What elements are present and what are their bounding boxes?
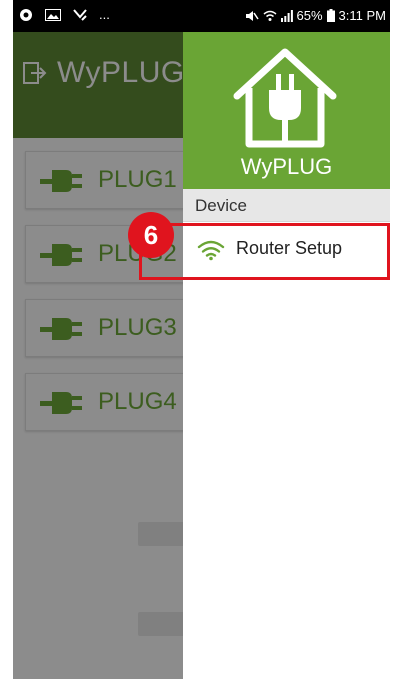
image-icon xyxy=(45,8,61,21)
drawer-brand: WyPLUG xyxy=(240,154,333,179)
signal-icon xyxy=(280,9,293,22)
app-notification-icon xyxy=(20,8,32,21)
mute-icon xyxy=(245,10,259,21)
status-bar: ... 65% 3:11 PM xyxy=(13,0,390,32)
battery-percent: 65% xyxy=(296,8,323,23)
status-ellipsis: ... xyxy=(99,7,110,22)
drawer-header: WyPLUG xyxy=(183,32,390,189)
wyplug-logo-icon xyxy=(233,48,337,148)
section-header-device: Device xyxy=(183,189,390,222)
annotation-highlight-box xyxy=(139,223,390,280)
section-label: Device xyxy=(195,196,247,215)
status-left-icons: ... xyxy=(19,7,110,22)
status-right-icons: 65% 3:11 PM xyxy=(245,8,386,23)
phone-screen: ... 65% 3:11 PM WyPLUG PLUG1 PLUG3 PLUG4… xyxy=(13,0,390,679)
step-number-badge: 6 xyxy=(128,212,174,258)
navigation-drawer: WyPLUG Device Router Setup xyxy=(183,32,390,679)
status-time: 3:11 PM xyxy=(338,8,386,23)
wifi-status-icon xyxy=(263,10,276,21)
missed-call-icon xyxy=(73,8,87,21)
battery-icon xyxy=(326,9,335,22)
